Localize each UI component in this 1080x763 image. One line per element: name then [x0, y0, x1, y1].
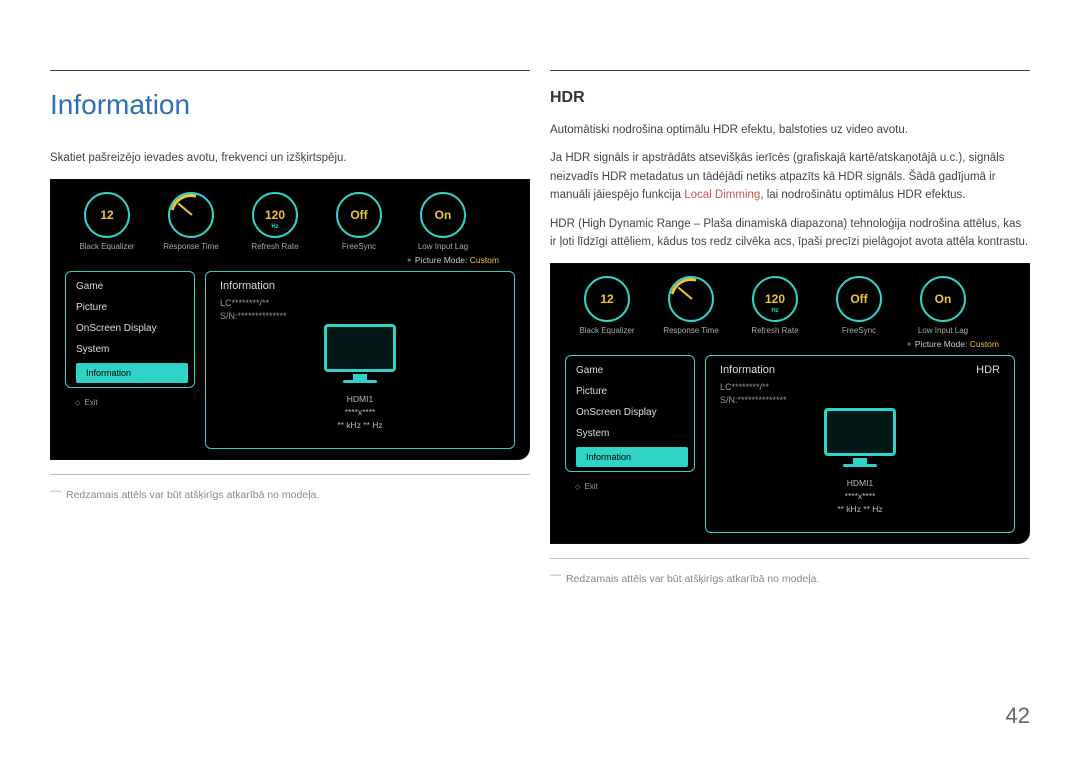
menu-item-picture[interactable]: Picture: [66, 297, 194, 318]
content-title: Information: [720, 364, 775, 376]
gauge-label: Response Time: [663, 326, 719, 335]
note-divider: [50, 474, 530, 475]
gauge-label: Low Input Lag: [918, 326, 968, 335]
osd-content-panel: Information HDR LC********/** S/N:******…: [705, 355, 1015, 533]
model-line: LC********/**: [220, 298, 500, 308]
note-divider: [550, 558, 1030, 559]
exit-hint: Exit: [565, 482, 695, 491]
osd-menu: Game Picture OnScreen Display System Inf…: [65, 271, 195, 388]
exit-hint: Exit: [65, 398, 195, 407]
left-column: Information Skatiet pašreizējo ievades a…: [50, 70, 530, 585]
gauge-response-time: [168, 192, 214, 238]
gauge-black-equalizer: 12: [584, 276, 630, 322]
input-label: HDMI1: [347, 394, 373, 404]
gauge-refresh-rate: 120Hz: [252, 192, 298, 238]
hdr-para1: Automātiski nodrošina optimālu HDR efekt…: [550, 121, 1030, 139]
hdr-para2: Ja HDR signāls ir apstrādāts atsevišķās …: [550, 149, 1030, 204]
gauge-freesync: Off: [336, 192, 382, 238]
right-column: HDR Automātiski nodrošina optimālu HDR e…: [550, 70, 1030, 585]
menu-item-system[interactable]: System: [566, 423, 694, 444]
frequency-label: ** kHz ** Hz: [837, 504, 882, 514]
footnote: Redzamais attēls var būt atšķirīgs atkar…: [50, 489, 530, 501]
menu-wrap: Game Picture OnScreen Display System Inf…: [565, 355, 695, 533]
gauge-label: Black Equalizer: [79, 242, 134, 251]
content-extra-hdr: HDR: [976, 364, 1000, 376]
serial-line: S/N:**************: [220, 311, 500, 321]
heading-information: Information: [50, 89, 530, 121]
gauge-refresh-rate: 120Hz: [752, 276, 798, 322]
gauge-label: Refresh Rate: [751, 326, 798, 335]
monitor-icon: HDMI1 ****x**** ** kHz ** Hz: [720, 408, 1000, 514]
picture-mode-row: Picture Mode: Custom: [51, 253, 529, 271]
serial-line: S/N:**************: [720, 395, 1000, 405]
gauge-label: Black Equalizer: [579, 326, 634, 335]
menu-item-information[interactable]: Information: [76, 363, 188, 383]
intro-text: Skatiet pašreizējo ievades avotu, frekve…: [50, 149, 530, 167]
monitor-icon: HDMI1 ****x**** ** kHz ** Hz: [220, 324, 500, 430]
page-number: 42: [1006, 703, 1030, 729]
gauge-response-time: [668, 276, 714, 322]
menu-item-onscreen-display[interactable]: OnScreen Display: [566, 402, 694, 423]
content-title: Information: [220, 280, 275, 292]
gauge-row: 12 Black Equalizer Response Time 120Hz Ref…: [551, 264, 1029, 337]
gauge-label: Low Input Lag: [418, 242, 468, 251]
menu-item-picture[interactable]: Picture: [566, 381, 694, 402]
menu-item-game[interactable]: Game: [566, 360, 694, 381]
footnote: Redzamais attēls var būt atšķirīgs atkar…: [550, 573, 1030, 585]
input-label: HDMI1: [847, 478, 873, 488]
osd-screenshot-left: 12 Black Equalizer Response Time 120Hz Ref…: [50, 179, 530, 460]
osd-content-panel: Information LC********/** S/N:**********…: [205, 271, 515, 449]
menu-wrap: Game Picture OnScreen Display System Inf…: [65, 271, 195, 449]
gauge-low-input-lag: On: [420, 192, 466, 238]
menu-item-game[interactable]: Game: [66, 276, 194, 297]
model-line: LC********/**: [720, 382, 1000, 392]
menu-item-onscreen-display[interactable]: OnScreen Display: [66, 318, 194, 339]
osd-screenshot-right: 12 Black Equalizer Response Time 120Hz Ref…: [550, 263, 1030, 544]
gauge-black-equalizer: 12: [84, 192, 130, 238]
divider: [50, 70, 530, 71]
local-dimming-label: Local Dimming: [684, 189, 760, 201]
gauge-row: 12 Black Equalizer Response Time 120Hz Ref…: [51, 180, 529, 253]
resolution-label: ****x****: [845, 491, 876, 501]
resolution-label: ****x****: [345, 407, 376, 417]
frequency-label: ** kHz ** Hz: [337, 420, 382, 430]
gauge-label: FreeSync: [342, 242, 376, 251]
menu-item-information[interactable]: Information: [576, 447, 688, 467]
divider: [550, 70, 1030, 71]
hdr-para3: HDR (High Dynamic Range – Plaša dinamisk…: [550, 215, 1030, 252]
gauge-low-input-lag: On: [920, 276, 966, 322]
osd-menu: Game Picture OnScreen Display System Inf…: [565, 355, 695, 472]
menu-item-system[interactable]: System: [66, 339, 194, 360]
picture-mode-row: Picture Mode: Custom: [551, 337, 1029, 355]
gauge-freesync: Off: [836, 276, 882, 322]
gauge-label: FreeSync: [842, 326, 876, 335]
gauge-label: Response Time: [163, 242, 219, 251]
gauge-label: Refresh Rate: [251, 242, 298, 251]
heading-hdr: HDR: [550, 89, 1030, 107]
